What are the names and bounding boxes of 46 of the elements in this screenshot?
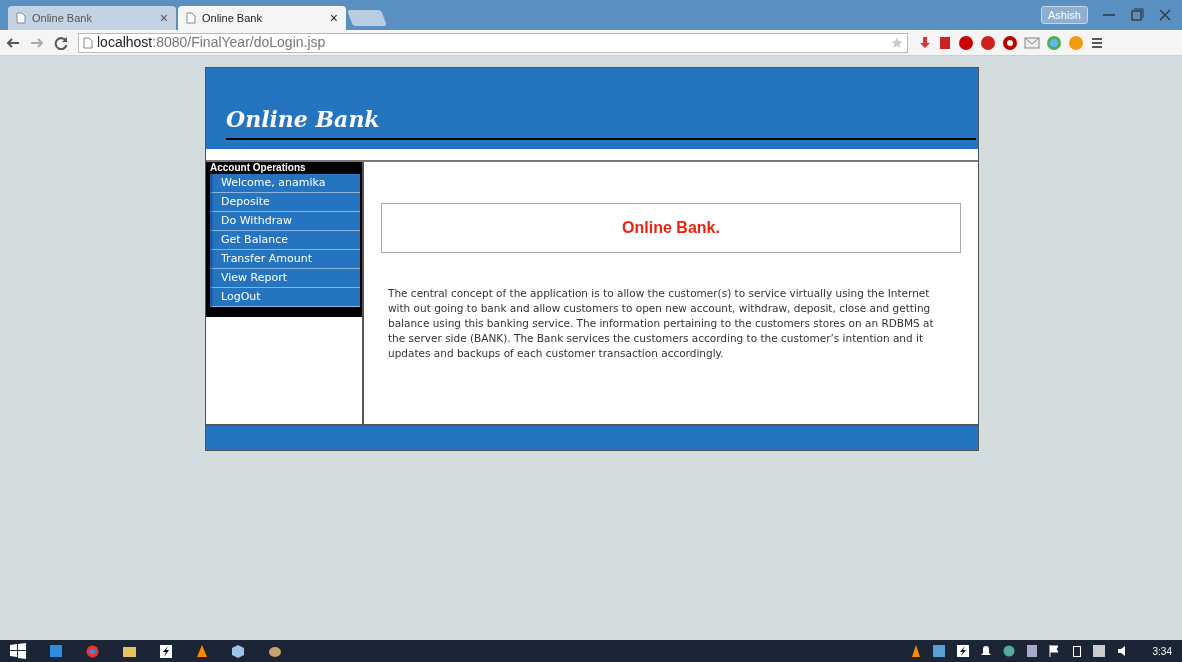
page-icon — [83, 36, 93, 49]
page-icon — [186, 12, 196, 24]
extension-icon[interactable] — [980, 34, 996, 51]
download-icon[interactable] — [918, 35, 932, 50]
url-path: :8080/FinalYear/doLogin.jsp — [152, 34, 326, 50]
extension-icon[interactable] — [1002, 34, 1018, 51]
menu-item[interactable]: Deposite — [210, 193, 360, 212]
extension-icon[interactable] — [958, 34, 974, 51]
maximize-icon[interactable] — [1130, 8, 1144, 22]
bell-icon[interactable] — [980, 645, 991, 657]
menu-icon[interactable] — [1090, 35, 1104, 50]
close-icon[interactable] — [1158, 8, 1172, 22]
banner-title: Online Bank. — [622, 218, 720, 238]
flag-icon[interactable] — [1048, 645, 1061, 657]
back-icon[interactable] — [6, 35, 20, 50]
url-host: localhost — [97, 34, 153, 50]
site-title: Online Bank — [226, 106, 380, 132]
tab-close-button[interactable]: × — [329, 11, 338, 25]
menu-item[interactable]: Do Withdraw — [210, 212, 360, 231]
tray-app-icon[interactable] — [932, 645, 945, 657]
traffic-cone-icon[interactable] — [910, 645, 921, 657]
star-icon[interactable] — [891, 36, 903, 49]
windows-logo-icon[interactable] — [10, 643, 26, 659]
browser-tab[interactable]: Online Bank × — [8, 6, 176, 30]
menu-item[interactable]: LogOut — [210, 288, 360, 307]
menu-item[interactable]: Get Balance — [210, 231, 360, 250]
menu-item[interactable]: Welcome, anamika — [210, 174, 360, 193]
clock[interactable]: 3:34 — [1152, 643, 1172, 659]
tab-close-button[interactable]: × — [159, 11, 168, 25]
address-bar[interactable]: localhost:8080/FinalYear/doLogin.jsp — [78, 32, 908, 53]
traffic-cone-icon[interactable] — [196, 644, 208, 658]
bookmark-icon[interactable] — [938, 35, 952, 50]
folder-icon[interactable] — [123, 645, 136, 657]
document-icon[interactable] — [1026, 645, 1037, 657]
menu-heading: Account Operations — [209, 162, 307, 174]
browser-icon[interactable] — [86, 644, 99, 658]
page-icon — [16, 12, 26, 24]
browser-tab[interactable]: Online Bank × — [178, 6, 346, 30]
battery-icon[interactable] — [1072, 645, 1081, 657]
menu-item[interactable]: View Report — [210, 269, 360, 288]
cube-icon[interactable] — [232, 644, 244, 658]
lightning-icon[interactable] — [160, 644, 172, 658]
description-text: The central concept of the application is to allow the customer(s) to service virtually using the Internet with out going to bank and allow customers to open new account, withdraw, deposit, close and getting balance using this banking service. The information pertaining to the customers stores on an RDBMS at the server side (BANK). The Bank services the customers according to the customer’s intention and it updates and backups of each customer transaction accordingly. — [387, 286, 935, 361]
lightning-icon[interactable] — [956, 645, 969, 657]
reload-icon[interactable] — [54, 35, 68, 50]
menu-item[interactable]: Transfer Amount — [210, 250, 360, 269]
